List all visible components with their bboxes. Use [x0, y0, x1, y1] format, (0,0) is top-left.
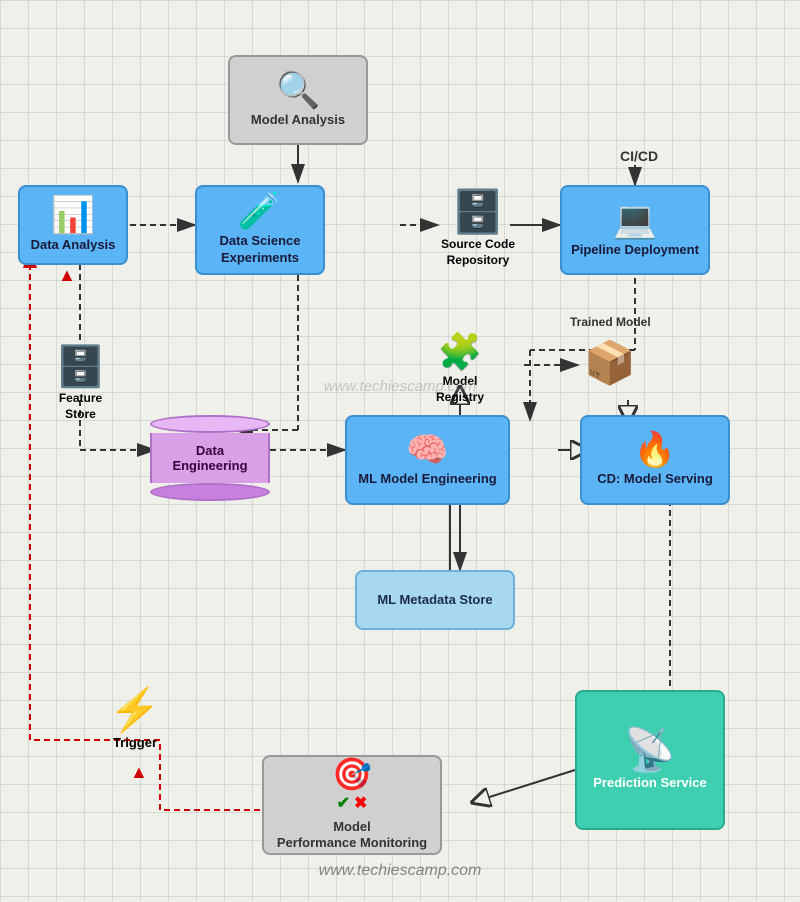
trained-model-ext-label: Trained Model [570, 315, 651, 329]
diagram-canvas: 🔍 Model Analysis 📊 Data Analysis ▲ 🧪 Dat… [0, 0, 800, 902]
data-analysis-alert: ▲ [58, 265, 76, 286]
source-code-node: 🗄️ Source Code Repository [438, 185, 518, 275]
data-engineering-node: Data Engineering [150, 415, 270, 501]
model-performance-icon: 🎯 [332, 758, 372, 790]
data-analysis-node: 📊 Data Analysis [18, 185, 128, 265]
model-registry-icon: 🧩 [438, 334, 483, 370]
ml-metadata-store-node: ML Metadata Store [355, 570, 515, 630]
model-analysis-icon: 🔍 [276, 72, 321, 108]
cd-model-serving-icon: 🔥 [634, 433, 676, 467]
data-analysis-label: Data Analysis [31, 237, 116, 254]
trigger-node: ⚡ Trigger [95, 680, 175, 760]
data-science-label: Data Science Experiments [220, 233, 301, 267]
prediction-service-node: 📡 Prediction Service [575, 690, 725, 830]
model-performance-label: Model Performance Monitoring [277, 819, 427, 853]
data-science-node: 🧪 Data Science Experiments [195, 185, 325, 275]
feature-store-node: 🗄️ Feature Store [38, 340, 123, 430]
trained-model-node: 📦 [580, 335, 640, 395]
cicd-label: CI/CD [620, 148, 658, 164]
model-registry-label: Model Registry [436, 374, 484, 405]
data-science-icon: 🧪 [238, 193, 283, 229]
feature-store-label: Feature Store [59, 391, 102, 422]
model-registry-node: 🧩 Model Registry [410, 330, 510, 410]
model-performance-node: 🎯 ✔ ✖ Model Performance Monitoring [262, 755, 442, 855]
model-analysis-node: 🔍 Model Analysis [228, 55, 368, 145]
ml-model-engineering-icon: 🧠 [406, 433, 448, 467]
watermark-bottom: www.techiescamp.com [319, 862, 482, 880]
cd-model-serving-node: 🔥 CD: Model Serving [580, 415, 730, 505]
trained-model-icon: 📦 [584, 342, 636, 384]
trigger-alert: ▲ [130, 762, 148, 783]
prediction-service-label: Prediction Service [593, 775, 706, 792]
trigger-label: Trigger [113, 735, 157, 752]
ml-model-engineering-node: 🧠 ML Model Engineering [345, 415, 510, 505]
cylinder-top [150, 415, 270, 433]
cylinder-bottom [150, 483, 270, 501]
prediction-service-icon: 📡 [624, 729, 676, 771]
ml-metadata-store-label: ML Metadata Store [377, 592, 492, 609]
data-analysis-icon: 📊 [51, 197, 96, 233]
source-code-label: Source Code Repository [441, 237, 515, 268]
feature-store-icon: 🗄️ [56, 347, 106, 387]
cd-model-serving-label: CD: Model Serving [597, 471, 713, 488]
ml-model-engineering-label: ML Model Engineering [358, 471, 496, 488]
model-analysis-label: Model Analysis [251, 112, 345, 129]
pipeline-deployment-icon: 💻 [613, 202, 658, 238]
source-code-icon: 🗄️ [452, 191, 504, 233]
trigger-icon: ⚡ [109, 689, 161, 731]
data-engineering-label: Data Engineering [150, 433, 270, 483]
pipeline-deployment-label: Pipeline Deployment [571, 242, 699, 259]
pipeline-deployment-node: 💻 Pipeline Deployment [560, 185, 710, 275]
